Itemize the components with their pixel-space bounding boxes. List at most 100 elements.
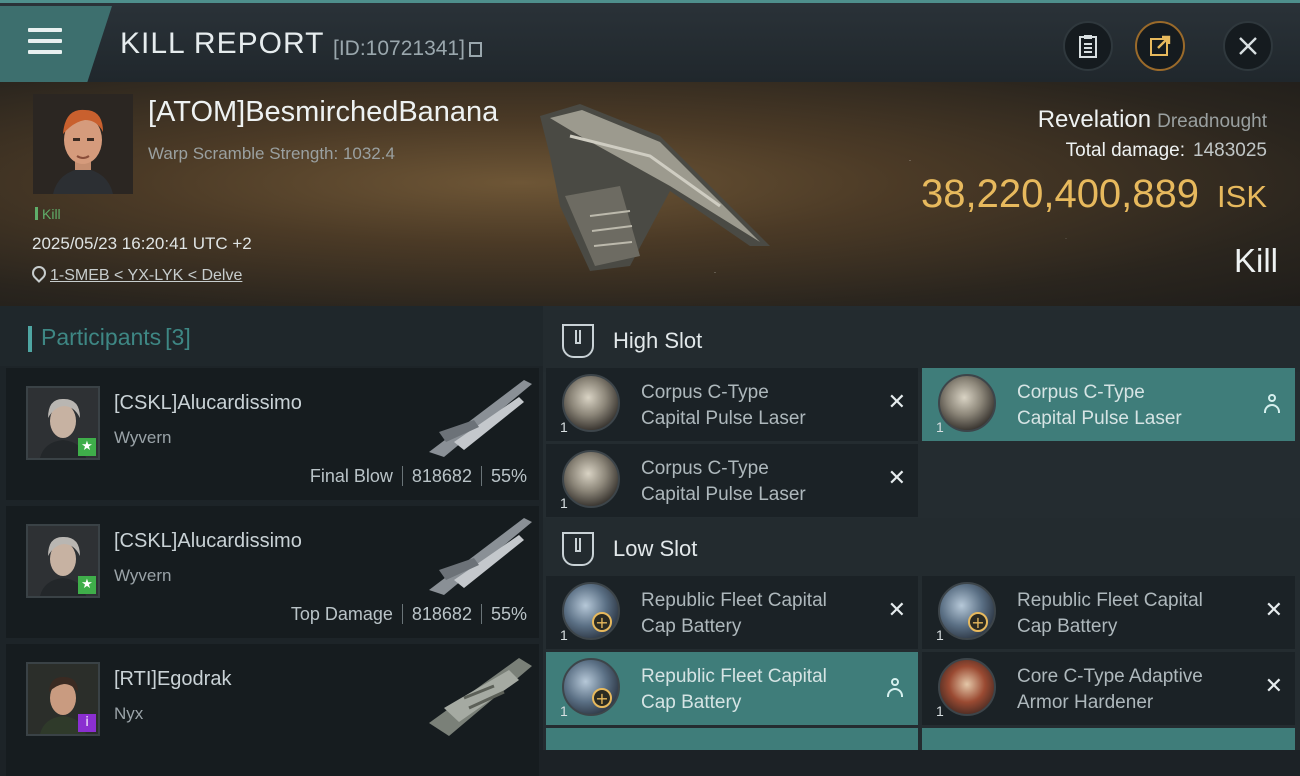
- location-text[interactable]: 1-SMEB < YX-LYK < Delve: [50, 267, 242, 284]
- module-item[interactable]: 1 Corpus C-Type Capital Pulse Laser ✕: [546, 368, 918, 441]
- victim-name[interactable]: [ATOM]BesmirchedBanana: [148, 96, 498, 129]
- module-name: Republic Fleet Capital Cap Battery: [641, 664, 876, 716]
- module-name-line: Capital Pulse Laser: [1017, 408, 1182, 429]
- dropped-person-icon: [886, 678, 904, 698]
- low-slot-title: Low Slot: [613, 536, 698, 561]
- participant-portrait[interactable]: ★: [26, 524, 100, 598]
- participant-percent: 55%: [490, 466, 527, 486]
- ship-name[interactable]: Revelation: [1038, 106, 1151, 133]
- faction-plus-icon: +: [592, 688, 612, 708]
- victim-ship-image: [540, 104, 770, 271]
- module-name-line: Armor Hardener: [1017, 692, 1154, 713]
- menu-button[interactable]: [0, 6, 112, 82]
- module-name-line: Republic Fleet Capital: [641, 590, 827, 611]
- kill-tag: Kill: [35, 206, 61, 222]
- low-slot-icon: [562, 532, 594, 566]
- pulse-laser-icon: [562, 374, 620, 432]
- total-damage-value: 1483025: [1193, 140, 1267, 161]
- isk-unit: ISK: [1217, 179, 1267, 214]
- module-quantity: 1: [936, 419, 944, 435]
- share-button[interactable]: [1135, 21, 1185, 71]
- module-item-partial[interactable]: [922, 728, 1295, 750]
- participant-stats: Final Blow 818682 55%: [310, 466, 527, 487]
- victim-ship-info: Revelation Dreadnought: [1038, 106, 1267, 134]
- module-item[interactable]: + 1 Republic Fleet Capital Cap Battery ✕: [922, 576, 1295, 649]
- participant-name[interactable]: [RTI]Egodrak: [114, 668, 231, 691]
- module-name: Corpus C-Type Capital Pulse Laser: [1017, 380, 1252, 432]
- module-item[interactable]: 1 Core C-Type Adaptive Armor Hardener ✕: [922, 652, 1295, 725]
- participant-damage: 818682: [411, 466, 472, 486]
- cap-battery-icon: [562, 582, 620, 640]
- clipboard-icon: [1079, 35, 1097, 58]
- module-name: Corpus C-Type Capital Pulse Laser: [641, 456, 876, 508]
- copy-icon[interactable]: [468, 42, 482, 57]
- victim-avatar: [33, 94, 133, 194]
- module-quantity: 1: [560, 627, 568, 643]
- module-item-partial[interactable]: [546, 728, 918, 750]
- participant-portrait[interactable]: i: [26, 662, 100, 736]
- participants-panel: Participants [3] ★ [CSKL]Alucardissimo Wy…: [0, 306, 543, 776]
- participant-ship: Wyvern: [114, 428, 172, 447]
- page-title: KILL REPORT: [120, 27, 325, 60]
- participant-damage: 818682: [411, 604, 472, 624]
- module-name: Corpus C-Type Capital Pulse Laser: [641, 380, 876, 432]
- module-quantity: 1: [936, 627, 944, 643]
- destroyed-icon: ✕: [1264, 674, 1283, 699]
- participants-label: Participants: [41, 324, 162, 350]
- hamburger-icon: [28, 28, 62, 61]
- faction-plus-icon: +: [592, 612, 612, 632]
- participant-role: Top Damage: [290, 604, 393, 624]
- participant-stats: Top Damage 818682 55%: [291, 604, 527, 625]
- close-icon: [1239, 37, 1257, 55]
- participant-name[interactable]: [CSKL]Alucardissimo: [114, 530, 302, 553]
- module-name-line: Corpus C-Type: [641, 382, 769, 403]
- cap-battery-icon: [562, 658, 620, 716]
- module-name-line: Republic Fleet Capital: [641, 666, 827, 687]
- module-quantity: 1: [560, 495, 568, 511]
- high-slot-icon: [562, 324, 594, 358]
- participant-portrait[interactable]: ★: [26, 386, 100, 460]
- module-quantity: 1: [560, 419, 568, 435]
- module-name-line: Core C-Type Adaptive: [1017, 666, 1203, 687]
- module-name: Republic Fleet Capital Cap Battery: [641, 588, 876, 640]
- star-badge-icon: ★: [78, 438, 96, 456]
- kill-location[interactable]: 1-SMEB < YX-LYK < Delve: [29, 263, 242, 285]
- destroyed-icon: ✕: [887, 598, 906, 623]
- section-accent-bar: [28, 326, 32, 352]
- module-quantity: 1: [936, 703, 944, 719]
- module-item[interactable]: 1 Corpus C-Type Capital Pulse Laser: [922, 368, 1295, 441]
- fitting-panel: High Slot 1 Corpus C-Type Capital Pulse …: [543, 306, 1300, 750]
- participant-row[interactable]: ★ [CSKL]Alucardissimo Wyvern Final Blow 8…: [6, 368, 539, 500]
- total-damage: Total damage: 1483025: [1066, 140, 1267, 162]
- clipboard-button[interactable]: [1063, 21, 1113, 71]
- module-name: Republic Fleet Capital Cap Battery: [1017, 588, 1252, 640]
- participant-row[interactable]: i [RTI]Egodrak Nyx: [6, 644, 539, 776]
- divider: [401, 604, 403, 624]
- module-name-line: Republic Fleet Capital: [1017, 590, 1203, 611]
- module-item[interactable]: + 1 Republic Fleet Capital Cap Battery ✕: [546, 576, 918, 649]
- module-quantity: 1: [560, 703, 568, 719]
- participant-row[interactable]: ★ [CSKL]Alucardissimo Wyvern Top Damage 8…: [6, 506, 539, 638]
- participant-ship: Nyx: [114, 704, 144, 723]
- module-item[interactable]: 1 Corpus C-Type Capital Pulse Laser ✕: [546, 444, 918, 517]
- module-name-line: Capital Pulse Laser: [641, 408, 806, 429]
- destroyed-icon: ✕: [887, 390, 906, 415]
- module-name-line: Corpus C-Type: [641, 458, 769, 479]
- participant-ship-image: [429, 518, 532, 595]
- divider: [480, 604, 482, 624]
- victim-portrait[interactable]: [33, 94, 133, 194]
- high-slot-header: High Slot: [543, 310, 1300, 372]
- pulse-laser-icon: [938, 374, 996, 432]
- module-name: Core C-Type Adaptive Armor Hardener: [1017, 664, 1252, 716]
- kill-timestamp: 2025/05/23 16:20:41 UTC +2: [32, 234, 252, 253]
- module-item[interactable]: + 1 Republic Fleet Capital Cap Battery: [546, 652, 918, 725]
- dropped-person-icon: [1263, 394, 1281, 414]
- participant-ship-image: [429, 380, 532, 457]
- participant-name[interactable]: [CSKL]Alucardissimo: [114, 392, 302, 415]
- report-id-text: [ID:10721341]: [333, 37, 465, 60]
- module-name-line: Cap Battery: [641, 692, 742, 713]
- module-name-line: Cap Battery: [641, 616, 742, 637]
- participants-header[interactable]: Participants [3]: [0, 306, 543, 366]
- close-button[interactable]: [1223, 21, 1273, 71]
- divider: [401, 466, 403, 486]
